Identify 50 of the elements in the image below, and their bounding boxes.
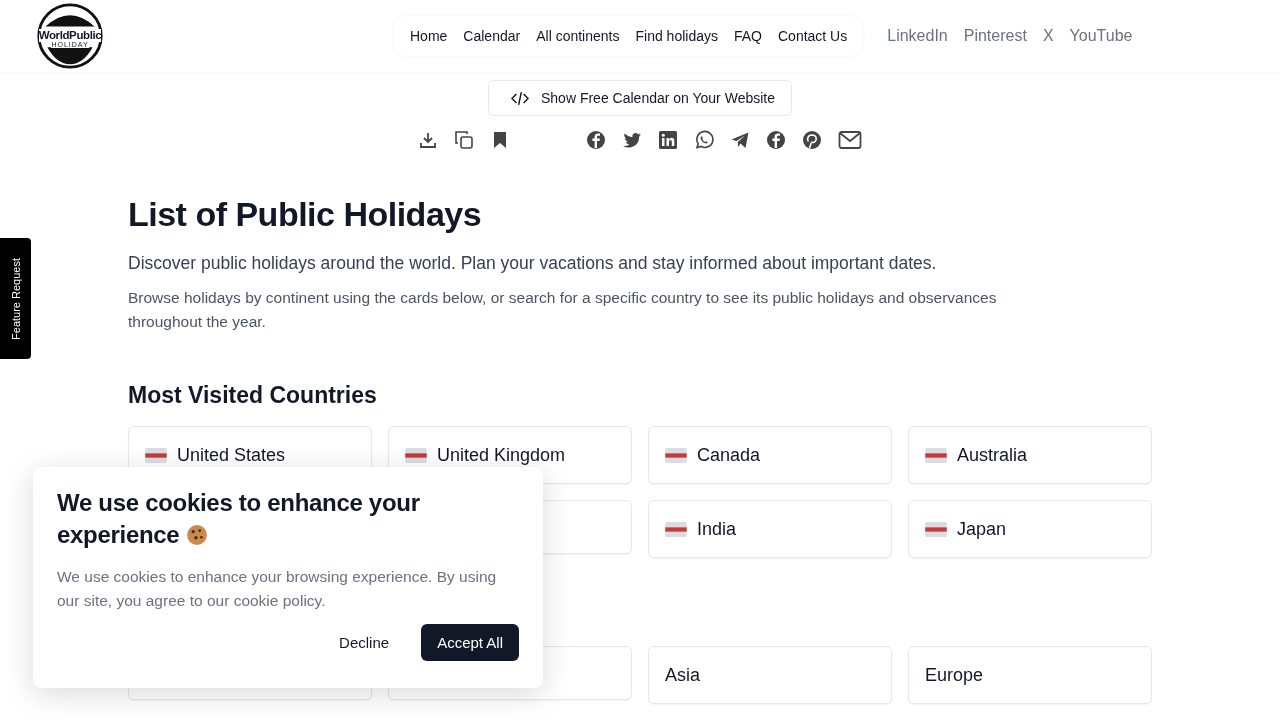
country-card[interactable]: India: [648, 500, 892, 558]
linkedin-icon[interactable]: [658, 130, 678, 150]
lead-text: Discover public holidays around the world. Plan your vacations and stay informed about important dates.: [128, 252, 938, 275]
code-icon: [511, 90, 529, 106]
section-heading: Most Visited Countries: [128, 381, 378, 410]
flag-icon: [925, 521, 947, 537]
country-name: Australia: [957, 444, 1028, 466]
flag-icon: [405, 447, 427, 463]
copy-icon[interactable]: [454, 130, 474, 150]
decline-button[interactable]: Decline: [323, 624, 406, 661]
flag-icon: [145, 447, 167, 463]
accept-all-button[interactable]: Accept All: [421, 624, 519, 661]
country-card[interactable]: Canada: [648, 426, 892, 484]
cookie-icon: [185, 524, 208, 546]
country-name: United Kingdom: [437, 444, 566, 466]
embed-calendar-button[interactable]: Show Free Calendar on Your Website: [488, 80, 792, 116]
nav-link[interactable]: FAQ: [725, 24, 770, 48]
country-name: Canada: [697, 444, 761, 466]
nav-link[interactable]: Contact Us: [770, 24, 856, 48]
social-link[interactable]: Pinterest: [963, 27, 1027, 45]
cookie-text: We use cookies to enhance your browsing experience. By using our site, you agree to our cookie policy.: [57, 567, 498, 611]
continent-card[interactable]: Asia: [648, 646, 892, 704]
mail-icon[interactable]: [838, 130, 862, 150]
whatsapp-icon[interactable]: [694, 130, 714, 150]
social-link[interactable]: LinkedIn: [887, 27, 948, 45]
country-card[interactable]: Australia: [908, 426, 1152, 484]
country-card[interactable]: Japan: [908, 500, 1152, 558]
country-name: Japan: [957, 518, 1007, 540]
flag-icon: [665, 447, 687, 463]
intro-text: Browse holidays by continent using the cards below, or search for a specific country to see its public holidays and observances throughout the year.: [128, 288, 998, 332]
feature-request-tab[interactable]: Feature Request: [0, 238, 31, 359]
twitter-icon[interactable]: [622, 130, 642, 150]
pinterest-icon[interactable]: [802, 130, 822, 150]
nav-link[interactable]: Find holidays: [627, 24, 726, 48]
flag-icon: [925, 447, 947, 463]
telegram-icon[interactable]: [730, 130, 750, 150]
country-name: United States: [177, 444, 286, 466]
facebook-icon[interactable]: [766, 130, 786, 150]
nav-link[interactable]: Home: [402, 24, 456, 48]
social-link[interactable]: YouTube: [1069, 27, 1133, 45]
continent-card[interactable]: Europe: [908, 646, 1152, 704]
flag-icon: [665, 521, 687, 537]
cookie-title: We use cookies to enhance your experience: [57, 488, 421, 550]
nav-link[interactable]: All continents: [528, 24, 628, 48]
nav-link[interactable]: Calendar: [455, 24, 529, 48]
facebook-icon[interactable]: [586, 130, 606, 150]
download-icon[interactable]: [418, 130, 438, 150]
country-name: India: [697, 518, 737, 540]
social-link[interactable]: X: [1042, 27, 1054, 45]
page-title: List of Public Holidays: [128, 194, 483, 235]
